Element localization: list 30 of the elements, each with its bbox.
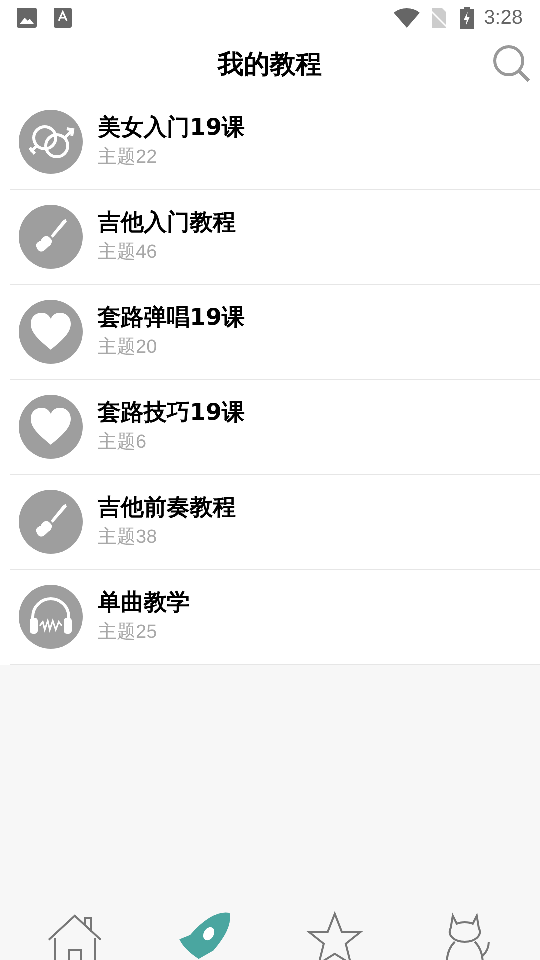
course-item[interactable]: 美女入门19课 主题22 bbox=[10, 95, 540, 190]
course-subtitle: 主题20 bbox=[98, 336, 158, 360]
course-subtitle: 主题38 bbox=[98, 526, 158, 550]
battery-charging-icon bbox=[460, 7, 474, 29]
course-title: 美女入门19课 bbox=[98, 114, 246, 143]
course-subtitle: 主题25 bbox=[98, 621, 158, 645]
course-title: 套路弹唱19课 bbox=[98, 304, 246, 333]
course-item[interactable]: 吉他入门教程 主题46 bbox=[10, 190, 540, 285]
course-subtitle: 主题22 bbox=[98, 146, 158, 170]
course-item[interactable]: 单曲教学 主题25 bbox=[10, 570, 540, 665]
course-subtitle: 主题46 bbox=[98, 241, 158, 265]
course-title: 吉他前奏教程 bbox=[98, 494, 236, 523]
wifi-icon bbox=[394, 8, 420, 28]
course-subtitle: 主题6 bbox=[98, 431, 148, 455]
status-time: 3:28 bbox=[484, 6, 523, 31]
course-item[interactable]: 吉他前奏教程 主题38 bbox=[10, 475, 540, 570]
gender-symbols-icon bbox=[19, 110, 83, 174]
no-sim-icon bbox=[430, 8, 448, 28]
guitar-icon bbox=[19, 205, 83, 269]
course-item[interactable]: 套路技巧19课 主题6 bbox=[10, 380, 540, 475]
course-title: 套路技巧19课 bbox=[98, 399, 246, 428]
page-title: 我的教程 bbox=[218, 49, 322, 82]
course-title: 单曲教学 bbox=[98, 589, 190, 618]
search-icon[interactable] bbox=[492, 44, 532, 84]
course-item[interactable]: 套路弹唱19课 主题20 bbox=[10, 285, 540, 380]
guitar-icon bbox=[19, 490, 83, 554]
headphones-icon bbox=[19, 585, 83, 649]
course-title: 吉他入门教程 bbox=[98, 209, 236, 238]
image-icon bbox=[17, 8, 37, 28]
text-icon bbox=[54, 8, 72, 28]
